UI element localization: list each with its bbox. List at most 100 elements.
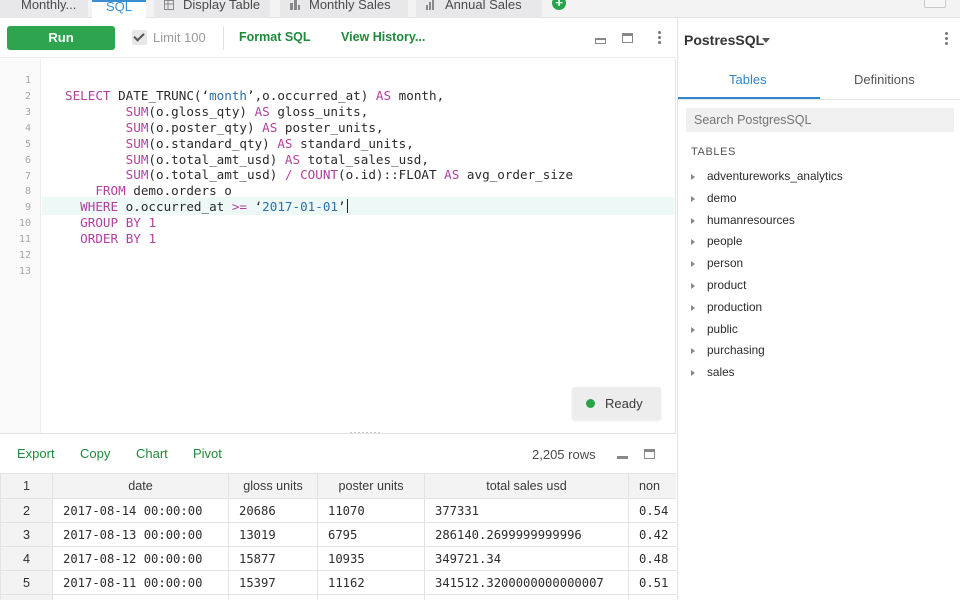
expand-button[interactable] xyxy=(924,0,946,8)
table-row[interactable]: 2 2017-08-14 00:00:00 20686 11070 377331… xyxy=(0,498,676,523)
table-cell[interactable]: 20686 xyxy=(228,498,318,523)
maximize-editor-icon[interactable] xyxy=(622,33,633,43)
limit-checkbox[interactable] xyxy=(132,30,147,45)
table-cell[interactable] xyxy=(52,594,229,600)
export-button[interactable]: Export xyxy=(17,446,55,461)
panel-menu-icon[interactable] xyxy=(945,32,948,46)
chevron-right-icon[interactable] xyxy=(691,326,695,333)
schema-name: production xyxy=(707,299,763,314)
table-cell[interactable]: 10935 xyxy=(317,546,425,571)
table-cell[interactable]: 0.54 xyxy=(628,498,676,523)
chevron-right-icon[interactable] xyxy=(691,239,695,246)
chevron-right-icon[interactable] xyxy=(691,261,695,268)
line-number: 12 xyxy=(18,250,31,261)
table-cell[interactable]: 2017-08-14 00:00:00 xyxy=(52,498,229,523)
table-cell[interactable]: 0.51 xyxy=(628,570,676,595)
tab-annual-sales[interactable]: Annual Sales xyxy=(416,0,542,18)
column-header[interactable]: date xyxy=(52,473,229,499)
code-line: SUM(o.total_amt_usd) / COUNT(o.id)::FLOA… xyxy=(125,167,574,182)
row-number-header: 1 xyxy=(0,473,53,499)
table-cell[interactable]: 2017-08-11 00:00:00 xyxy=(52,570,229,595)
row-number xyxy=(0,594,53,600)
chevron-right-icon[interactable] xyxy=(691,348,695,355)
chevron-right-icon[interactable] xyxy=(691,283,695,289)
table-cell[interactable]: 15397 xyxy=(228,570,318,595)
table-cell[interactable]: 2017-08-13 00:00:00 xyxy=(52,522,229,547)
chevron-right-icon[interactable] xyxy=(691,174,695,180)
table-cell[interactable]: 349721.34 xyxy=(424,546,629,571)
table-row[interactable]: 5 2017-08-11 00:00:00 15397 11162 341512… xyxy=(0,570,676,595)
column-header[interactable]: poster units xyxy=(317,473,425,499)
column-header[interactable]: non xyxy=(628,473,676,499)
table-cell[interactable]: 13019 xyxy=(228,522,318,547)
table-row[interactable]: 4 2017-08-12 00:00:00 15877 10935 349721… xyxy=(0,546,676,571)
chart-button[interactable]: Chart xyxy=(136,446,168,461)
table-cell[interactable]: 0.48 xyxy=(628,546,676,571)
status-label: Ready xyxy=(605,396,643,411)
tab-tables[interactable]: Tables xyxy=(729,72,767,87)
table-cell[interactable]: 2017-08-12 00:00:00 xyxy=(52,546,229,571)
table-cell[interactable]: 341512.3200000000000007 xyxy=(424,570,629,595)
tables-heading: TABLES xyxy=(691,146,736,158)
line-number: 6 xyxy=(24,155,31,166)
chevron-right-icon[interactable] xyxy=(691,370,695,377)
table-cell[interactable]: 11162 xyxy=(317,570,425,595)
schema-name: product xyxy=(707,278,747,292)
tab-definitions[interactable]: Definitions xyxy=(854,72,915,87)
table-cell[interactable] xyxy=(424,594,629,600)
table-cell[interactable]: 0.42 xyxy=(628,522,676,547)
status-indicator: Ready xyxy=(572,387,661,420)
limit-label: Limit 100 xyxy=(153,30,206,45)
code-line: SUM(o.standard_qty) AS standard_units, xyxy=(125,136,414,151)
table-cell[interactable] xyxy=(628,594,676,600)
minimize-editor-icon[interactable] xyxy=(594,38,606,44)
tab-monthly-sales[interactable]: Monthly Sales xyxy=(280,0,408,18)
schema-name: purchasing xyxy=(707,343,765,358)
chevron-down-icon[interactable] xyxy=(762,38,770,43)
schema-search-input[interactable] xyxy=(686,108,954,132)
table-cell[interactable]: 15877 xyxy=(228,546,318,571)
view-history-button[interactable]: View History... xyxy=(341,30,425,44)
table-cell[interactable] xyxy=(317,594,425,600)
table-cell[interactable] xyxy=(228,594,318,600)
schema-name: demo xyxy=(707,190,737,205)
table-cell[interactable]: 286140.2699999999996 xyxy=(424,522,629,547)
table-cell[interactable]: 377331 xyxy=(424,498,629,523)
sql-editor[interactable]: 1 2 3 4 5 6 7 8 9 10 11 12 13 SELECT DAT… xyxy=(0,59,676,436)
tab-display-table[interactable]: Display Table xyxy=(154,0,270,18)
chevron-right-icon[interactable] xyxy=(691,304,695,311)
line-number: 9 xyxy=(24,202,31,213)
line-number: 1 xyxy=(24,75,31,86)
line-number-gutter: 1 2 3 4 5 6 7 8 9 10 11 12 13 xyxy=(0,59,41,433)
chevron-right-icon[interactable] xyxy=(691,195,695,202)
editor-menu-icon[interactable] xyxy=(658,31,661,45)
format-sql-button[interactable]: Format SQL xyxy=(239,30,311,44)
table-icon xyxy=(164,0,174,10)
database-selector[interactable]: PostresSQL xyxy=(684,32,764,48)
table-cell[interactable]: 11070 xyxy=(317,498,425,523)
tab-label: SQL xyxy=(105,0,132,14)
column-header[interactable]: total sales usd xyxy=(424,473,629,499)
table-cell[interactable]: 6795 xyxy=(317,522,425,547)
tab-sql[interactable]: SQL xyxy=(92,0,146,19)
column-header[interactable]: gloss units xyxy=(228,473,318,499)
code-line: SUM(o.gloss_qty) AS gloss_units, xyxy=(125,104,369,119)
line-number: 8 xyxy=(24,186,31,197)
run-button[interactable]: Run xyxy=(7,26,115,50)
tab-monthly[interactable]: Monthly... xyxy=(0,0,88,18)
table-row[interactable] xyxy=(0,594,676,600)
minimize-results-icon[interactable] xyxy=(617,456,628,459)
pivot-button[interactable]: Pivot xyxy=(193,446,222,461)
bar-chart-icon xyxy=(290,0,300,10)
results-toolbar: Export Copy Chart Pivot 2,205 rows xyxy=(0,433,676,473)
chevron-right-icon[interactable] xyxy=(691,217,695,224)
add-tab-button[interactable]: + xyxy=(552,0,566,10)
code-line: SUM(o.poster_qty) AS poster_units, xyxy=(125,120,384,135)
copy-button[interactable]: Copy xyxy=(80,446,110,461)
line-number: 4 xyxy=(24,123,31,134)
code-line: SUM(o.total_amt_usd) AS total_sales_usd, xyxy=(125,152,429,167)
code-line: ORDER BY 1 xyxy=(80,231,157,246)
table-row[interactable]: 3 2017-08-13 00:00:00 13019 6795 286140.… xyxy=(0,522,676,547)
results-grid[interactable]: 1 date gloss units poster units total sa… xyxy=(0,473,676,600)
maximize-results-icon[interactable] xyxy=(644,449,655,459)
